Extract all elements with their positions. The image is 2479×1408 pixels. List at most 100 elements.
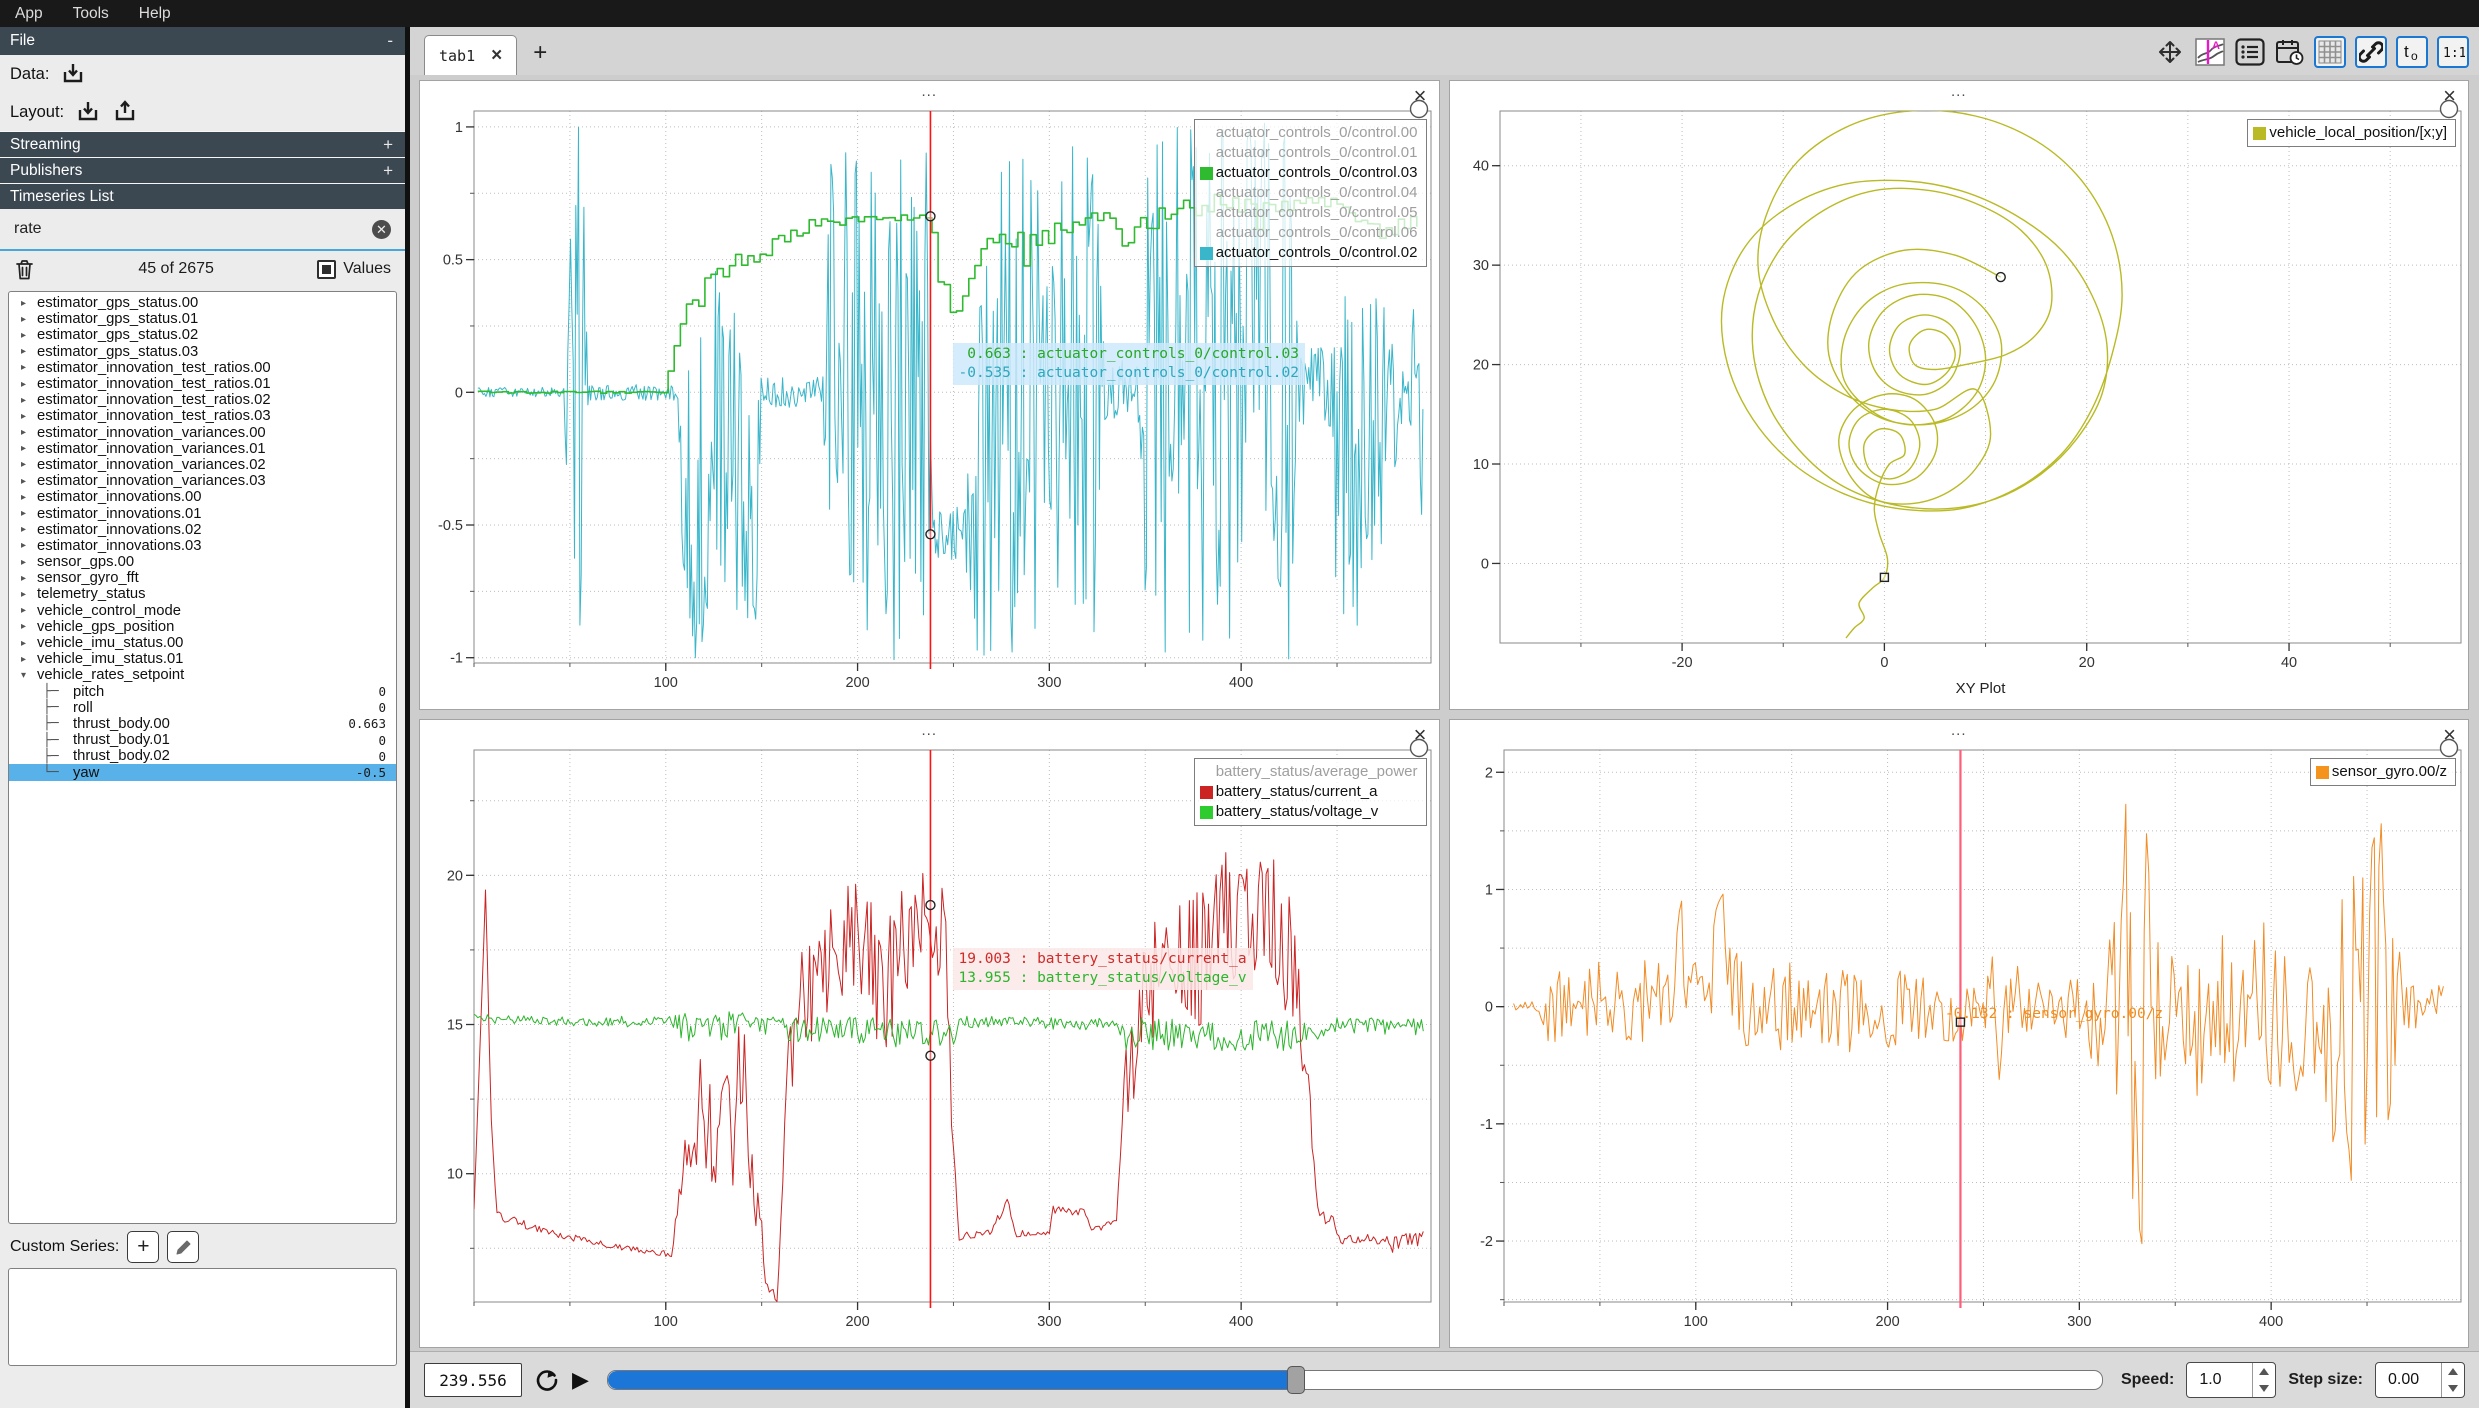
values-checkbox-box[interactable] <box>317 260 336 279</box>
expand-icon[interactable]: ▸ <box>21 411 37 422</box>
legend-entry[interactable]: vehicle_local_position/[x;y] <box>2252 123 2447 143</box>
plot-xy-position[interactable]: ...×-2002040010203040XY Plotvehicle_loca… <box>1449 80 2470 710</box>
plot-actuator-controls[interactable]: ...×10020030040010.50-0.5-1actuator_cont… <box>419 80 1440 710</box>
loop-icon[interactable] <box>534 1367 560 1393</box>
tree-item[interactable]: ▾vehicle_rates_setpoint <box>9 667 396 683</box>
tree-item[interactable]: ▸estimator_gps_status.03 <box>9 344 396 360</box>
tree-item[interactable]: ▸estimator_innovations.01 <box>9 505 396 521</box>
legend-entry[interactable]: actuator_controls_0/control.05 <box>1199 203 1418 223</box>
link-axes-icon[interactable] <box>2355 36 2387 68</box>
step-spin-buttons[interactable] <box>2441 1363 2464 1397</box>
timeseries-search[interactable]: rate ✕ <box>0 209 405 251</box>
publishers-expand-toggle[interactable]: + <box>383 161 393 181</box>
expand-icon[interactable]: ▸ <box>21 379 37 390</box>
ratio-1to1-icon[interactable]: 1:1 <box>2437 36 2469 68</box>
tree-item[interactable]: ▸estimator_gps_status.01 <box>9 311 396 327</box>
tree-item[interactable]: ├─thrust_body.010 <box>9 732 396 748</box>
expand-icon[interactable]: ▸ <box>21 557 37 568</box>
legend-entry[interactable]: actuator_controls_0/control.06 <box>1199 223 1418 243</box>
menu-help[interactable]: Help <box>124 0 186 27</box>
expand-icon[interactable]: ▸ <box>21 346 37 357</box>
menu-app[interactable]: App <box>0 0 58 27</box>
expand-icon[interactable]: ▸ <box>21 589 37 600</box>
legend-entry[interactable]: actuator_controls_0/control.02 <box>1199 243 1418 263</box>
list-view-icon[interactable] <box>2234 37 2265 68</box>
tree-item[interactable]: ▸estimator_innovation_variances.03 <box>9 473 396 489</box>
play-button[interactable]: ▶ <box>572 1367 589 1393</box>
expand-icon[interactable]: ▸ <box>21 459 37 470</box>
legend-entry[interactable]: battery_status/current_a <box>1199 782 1418 802</box>
section-streaming[interactable]: Streaming + <box>0 131 405 157</box>
tree-item[interactable]: ▸estimator_innovation_test_ratios.03 <box>9 408 396 424</box>
legend-entry[interactable]: actuator_controls_0/control.01 <box>1199 143 1418 163</box>
plot-legend[interactable]: vehicle_local_position/[x;y] <box>2247 119 2456 147</box>
values-checkbox[interactable]: Values <box>317 260 391 279</box>
time-offset-icon[interactable]: to <box>2396 36 2428 68</box>
expand-icon[interactable]: ▸ <box>21 638 37 649</box>
expand-icon[interactable]: ▸ <box>21 298 37 309</box>
legend-entry[interactable]: actuator_controls_0/control.00 <box>1199 123 1418 143</box>
tree-item[interactable]: ▸vehicle_imu_status.00 <box>9 635 396 651</box>
expand-icon[interactable]: ▸ <box>21 524 37 535</box>
tree-item[interactable]: ├─roll0 <box>9 700 396 716</box>
tab-tab1[interactable]: tab1 × <box>424 35 517 75</box>
move-tool-icon[interactable] <box>2154 37 2185 68</box>
time-slider-handle[interactable] <box>1287 1366 1305 1394</box>
search-clear-icon[interactable]: ✕ <box>372 220 391 239</box>
tree-item[interactable]: ▸estimator_innovations.03 <box>9 538 396 554</box>
speed-spin-buttons[interactable] <box>2252 1363 2275 1397</box>
expand-icon[interactable]: ▸ <box>21 605 37 616</box>
tree-item[interactable]: ▸estimator_innovation_variances.02 <box>9 457 396 473</box>
tree-item[interactable]: ▸estimator_innovation_test_ratios.02 <box>9 392 396 408</box>
tree-item[interactable]: ▸vehicle_imu_status.01 <box>9 651 396 667</box>
custom-series-add-button[interactable]: + <box>127 1231 159 1263</box>
legend-entry[interactable]: actuator_controls_0/control.04 <box>1199 183 1418 203</box>
tree-item[interactable]: ├─thrust_body.000.663 <box>9 716 396 732</box>
tab-close-icon[interactable]: × <box>491 46 502 65</box>
search-input[interactable]: rate <box>14 220 372 238</box>
timeseries-tree[interactable]: ▸estimator_gps_status.00▸estimator_gps_s… <box>8 291 397 1224</box>
expand-icon[interactable]: ▸ <box>21 427 37 438</box>
plot-legend[interactable]: sensor_gyro.00/z <box>2310 758 2456 786</box>
plot-canvas[interactable]: 100200300400210-1-2 <box>1450 720 2469 1348</box>
trash-icon[interactable] <box>14 258 35 281</box>
tree-item[interactable]: └─yaw-0.5 <box>9 764 396 780</box>
plot-canvas[interactable]: -2002040010203040XY Plot <box>1450 81 2469 709</box>
tree-item[interactable]: ▸estimator_gps_status.02 <box>9 327 396 343</box>
grid-layout-icon[interactable] <box>2314 36 2346 68</box>
plot-legend[interactable]: battery_status/average_powerbattery_stat… <box>1194 758 1427 826</box>
tree-item[interactable]: ▸vehicle_gps_position <box>9 619 396 635</box>
expand-icon[interactable]: ▸ <box>21 508 37 519</box>
expand-icon[interactable]: ▸ <box>21 540 37 551</box>
tree-item[interactable]: ▸vehicle_control_mode <box>9 603 396 619</box>
tree-item[interactable]: ▸estimator_innovation_test_ratios.00 <box>9 360 396 376</box>
section-file[interactable]: File - <box>0 27 405 55</box>
legend-entry[interactable]: battery_status/average_power <box>1199 762 1418 782</box>
annotation-tracker-icon[interactable]: A <box>2194 37 2225 68</box>
step-size-spinbox[interactable]: 0.00 <box>2375 1362 2465 1398</box>
custom-series-edit-button[interactable] <box>167 1231 199 1263</box>
plot-sensor-gyro[interactable]: ...×100200300400210-1-2sensor_gyro.00/z-… <box>1449 719 2470 1349</box>
plot-legend[interactable]: actuator_controls_0/control.00actuator_c… <box>1194 119 1427 267</box>
time-slider[interactable] <box>607 1370 2103 1390</box>
data-import-icon[interactable] <box>59 61 86 88</box>
expand-icon[interactable]: ▸ <box>21 621 37 632</box>
expand-icon[interactable]: ▸ <box>21 443 37 454</box>
layout-export-icon[interactable] <box>111 99 138 126</box>
expand-icon[interactable]: ▸ <box>21 654 37 665</box>
tree-item[interactable]: ▸sensor_gps.00 <box>9 554 396 570</box>
tree-item[interactable]: ├─thrust_body.020 <box>9 748 396 764</box>
legend-entry[interactable]: sensor_gyro.00/z <box>2315 762 2447 782</box>
tree-item[interactable]: ▸sensor_gyro_fft <box>9 570 396 586</box>
tree-item[interactable]: ▸estimator_innovations.02 <box>9 522 396 538</box>
speed-spinbox[interactable]: 1.0 <box>2186 1362 2276 1398</box>
speed-value[interactable]: 1.0 <box>2187 1371 2252 1389</box>
tree-item[interactable]: ▸estimator_gps_status.00 <box>9 295 396 311</box>
expand-icon[interactable]: ▸ <box>21 395 37 406</box>
step-size-value[interactable]: 0.00 <box>2376 1371 2441 1389</box>
tree-item[interactable]: ▸estimator_innovation_test_ratios.01 <box>9 376 396 392</box>
file-collapse-toggle[interactable]: - <box>387 31 393 51</box>
expand-icon[interactable]: ▸ <box>21 314 37 325</box>
current-time-field[interactable]: 239.556 <box>424 1363 522 1397</box>
new-tab-button[interactable]: + <box>533 39 547 67</box>
